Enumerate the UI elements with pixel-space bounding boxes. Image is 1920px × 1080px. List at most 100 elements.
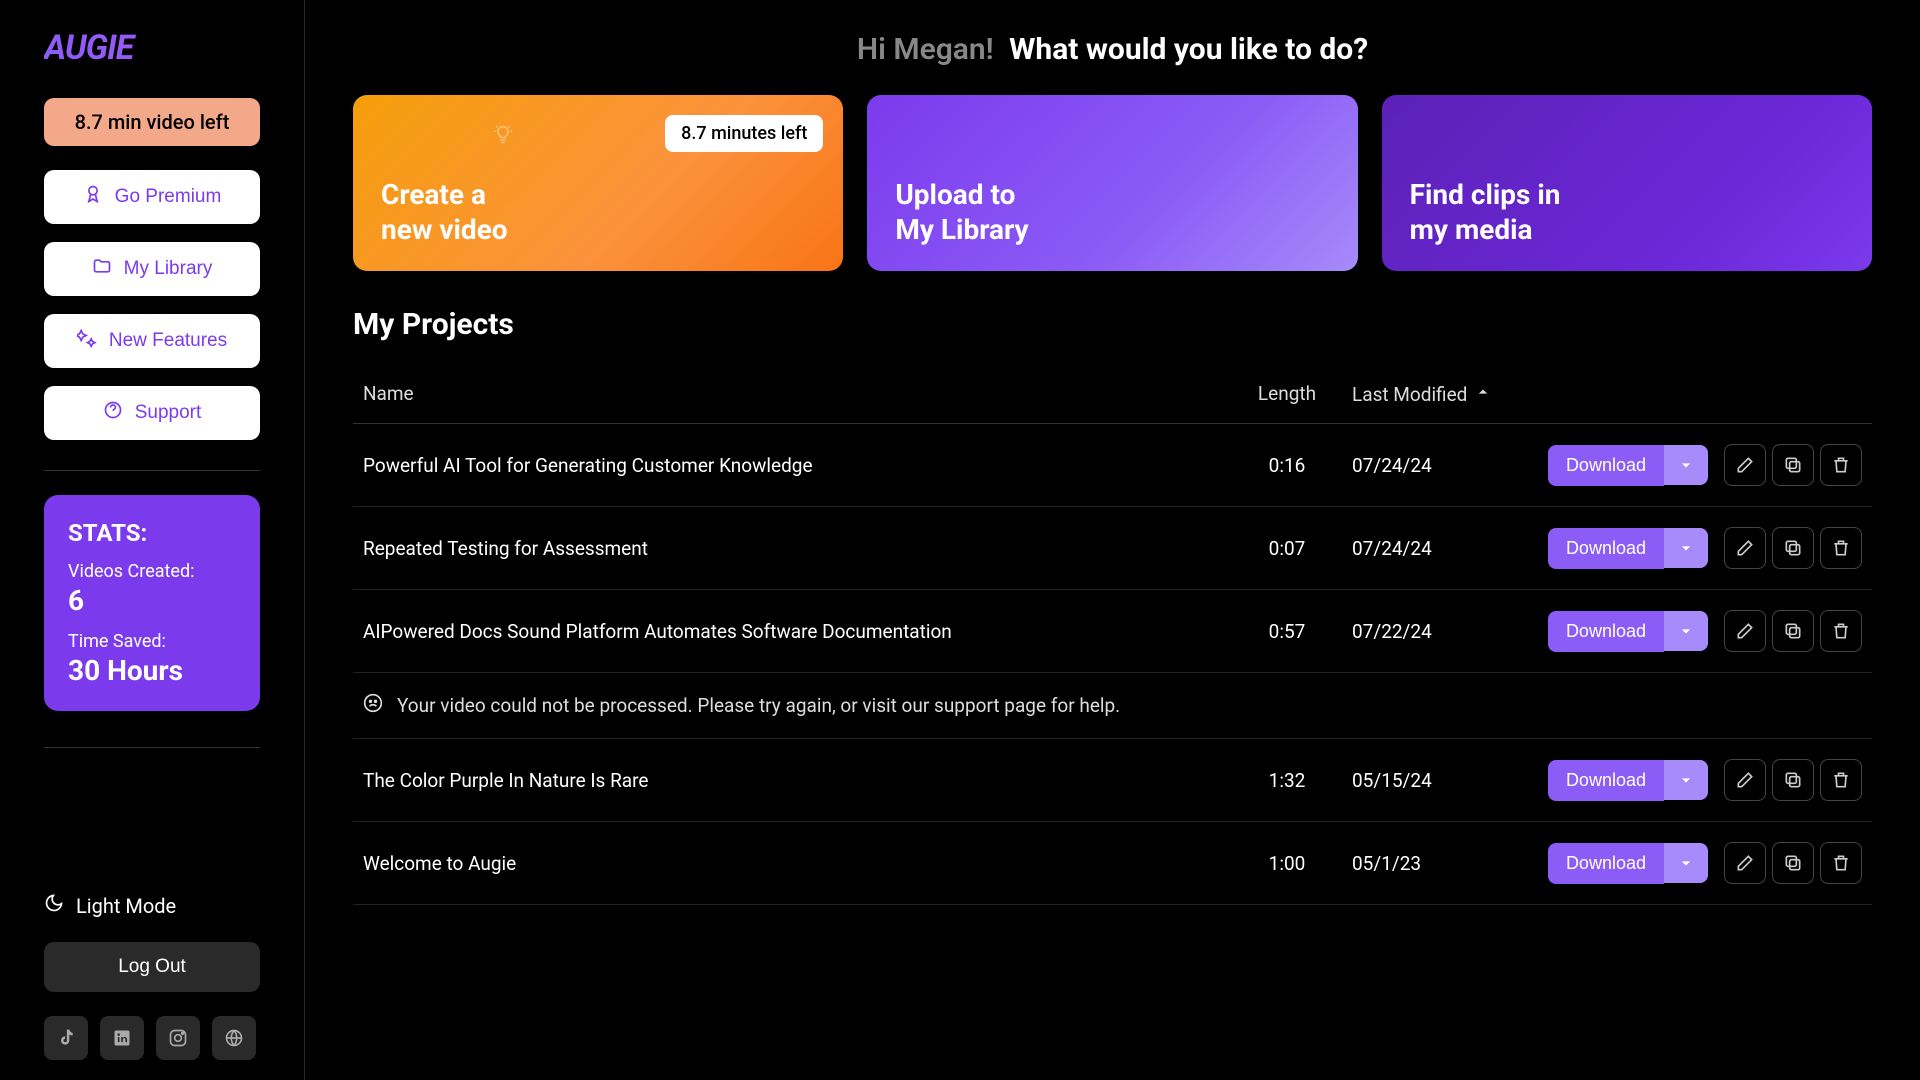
video-left-badge: 8.7 min video left [44, 98, 260, 146]
brand-logo: AUGIE [44, 28, 260, 68]
linkedin-icon[interactable] [100, 1016, 144, 1060]
project-length: 0:07 [1222, 537, 1352, 560]
project-name: The Color Purple In Nature Is Rare [363, 769, 1222, 792]
project-length: 1:32 [1222, 769, 1352, 792]
light-mode-label: Light Mode [76, 894, 176, 918]
table-header: Name Length Last Modified [353, 366, 1872, 424]
create-video-card[interactable]: 8.7 minutes left Create a new video [353, 95, 843, 271]
col-length-header[interactable]: Length [1222, 382, 1352, 407]
project-modified: 07/24/24 [1352, 537, 1532, 560]
project-row[interactable]: AIPowered Docs Sound Platform Automates … [353, 590, 1872, 673]
download-button[interactable]: Download [1548, 760, 1664, 801]
sidebar: AUGIE 8.7 min video left Go Premium My L… [0, 0, 305, 1080]
time-saved-label: Time Saved: [68, 631, 236, 652]
delete-button[interactable] [1820, 444, 1862, 486]
project-modified: 07/24/24 [1352, 454, 1532, 477]
support-button[interactable]: Support [44, 386, 260, 440]
error-message: Your video could not be processed. Pleas… [397, 694, 1120, 717]
project-modified: 05/15/24 [1352, 769, 1532, 792]
logout-button[interactable]: Log Out [44, 942, 260, 992]
divider [44, 470, 260, 471]
project-length: 0:16 [1222, 454, 1352, 477]
sort-asc-icon [1473, 382, 1493, 407]
time-saved-value: 30 Hours [68, 654, 236, 687]
download-dropdown[interactable] [1664, 611, 1708, 651]
badge-icon [83, 184, 103, 210]
edit-button[interactable] [1724, 759, 1766, 801]
stats-title: STATS: [68, 519, 236, 547]
project-row[interactable]: Powerful AI Tool for Generating Customer… [353, 424, 1872, 507]
download-button[interactable]: Download [1548, 611, 1664, 652]
upload-library-card[interactable]: Upload to My Library [867, 95, 1357, 271]
project-row[interactable]: Welcome to Augie 1:00 05/1/23 Download [353, 822, 1872, 905]
copy-button[interactable] [1772, 610, 1814, 652]
download-dropdown[interactable] [1664, 760, 1708, 800]
new-features-label: New Features [109, 330, 227, 352]
download-button[interactable]: Download [1548, 528, 1664, 569]
edit-button[interactable] [1724, 527, 1766, 569]
light-mode-toggle[interactable]: Light Mode [44, 893, 260, 918]
greeting-hi: Hi Megan! [857, 32, 994, 67]
project-name: Repeated Testing for Assessment [363, 537, 1222, 560]
project-name: AIPowered Docs Sound Platform Automates … [363, 620, 1222, 643]
copy-button[interactable] [1772, 759, 1814, 801]
new-features-button[interactable]: New Features [44, 314, 260, 368]
my-library-button[interactable]: My Library [44, 242, 260, 296]
help-icon [103, 400, 123, 426]
videos-created-label: Videos Created: [68, 561, 236, 582]
moon-icon [44, 893, 64, 918]
error-row: Your video could not be processed. Pleas… [353, 673, 1872, 739]
sparkle-icon [77, 328, 97, 354]
project-row[interactable]: The Color Purple In Nature Is Rare 1:32 … [353, 739, 1872, 822]
upload-card-title: Upload to My Library [895, 177, 1329, 247]
download-button[interactable]: Download [1548, 843, 1664, 884]
go-premium-label: Go Premium [115, 186, 222, 208]
find-card-title: Find clips in my media [1410, 177, 1844, 247]
edit-button[interactable] [1724, 444, 1766, 486]
my-projects-title: My Projects [353, 307, 1872, 342]
project-modified: 07/22/24 [1352, 620, 1532, 643]
delete-button[interactable] [1820, 527, 1862, 569]
download-dropdown[interactable] [1664, 445, 1708, 485]
find-clips-card[interactable]: Find clips in my media [1382, 95, 1872, 271]
download-button[interactable]: Download [1548, 445, 1664, 486]
social-row [44, 1016, 260, 1060]
delete-button[interactable] [1820, 610, 1862, 652]
download-dropdown[interactable] [1664, 528, 1708, 568]
project-length: 1:00 [1222, 852, 1352, 875]
project-length: 0:57 [1222, 620, 1352, 643]
folder-icon [92, 256, 112, 282]
minutes-left-badge: 8.7 minutes left [665, 115, 823, 152]
greeting-question: What would you like to do? [1009, 32, 1368, 67]
delete-button[interactable] [1820, 759, 1862, 801]
sad-face-icon [363, 693, 383, 718]
copy-button[interactable] [1772, 527, 1814, 569]
stats-card: STATS: Videos Created: 6 Time Saved: 30 … [44, 495, 260, 711]
copy-button[interactable] [1772, 444, 1814, 486]
project-name: Powerful AI Tool for Generating Customer… [363, 454, 1222, 477]
tiktok-icon[interactable] [44, 1016, 88, 1060]
greeting: Hi Megan! What would you like to do? [353, 32, 1872, 67]
col-name-header[interactable]: Name [363, 382, 1222, 407]
edit-button[interactable] [1724, 610, 1766, 652]
download-dropdown[interactable] [1664, 843, 1708, 883]
projects-body: Powerful AI Tool for Generating Customer… [353, 424, 1872, 905]
create-card-title: Create a new video [381, 177, 815, 247]
main-content: Hi Megan! What would you like to do? 8.7… [305, 0, 1920, 1080]
edit-button[interactable] [1724, 842, 1766, 884]
copy-button[interactable] [1772, 842, 1814, 884]
action-cards: 8.7 minutes left Create a new video Uplo… [353, 95, 1872, 271]
delete-button[interactable] [1820, 842, 1862, 884]
project-modified: 05/1/23 [1352, 852, 1532, 875]
instagram-icon[interactable] [156, 1016, 200, 1060]
project-row[interactable]: Repeated Testing for Assessment 0:07 07/… [353, 507, 1872, 590]
support-label: Support [135, 402, 202, 424]
my-library-label: My Library [124, 258, 213, 280]
videos-created-value: 6 [68, 584, 236, 617]
go-premium-button[interactable]: Go Premium [44, 170, 260, 224]
globe-icon[interactable] [212, 1016, 256, 1060]
lightbulb-icon [493, 125, 513, 149]
divider [44, 747, 260, 748]
col-modified-header[interactable]: Last Modified [1352, 382, 1532, 407]
project-name: Welcome to Augie [363, 852, 1222, 875]
